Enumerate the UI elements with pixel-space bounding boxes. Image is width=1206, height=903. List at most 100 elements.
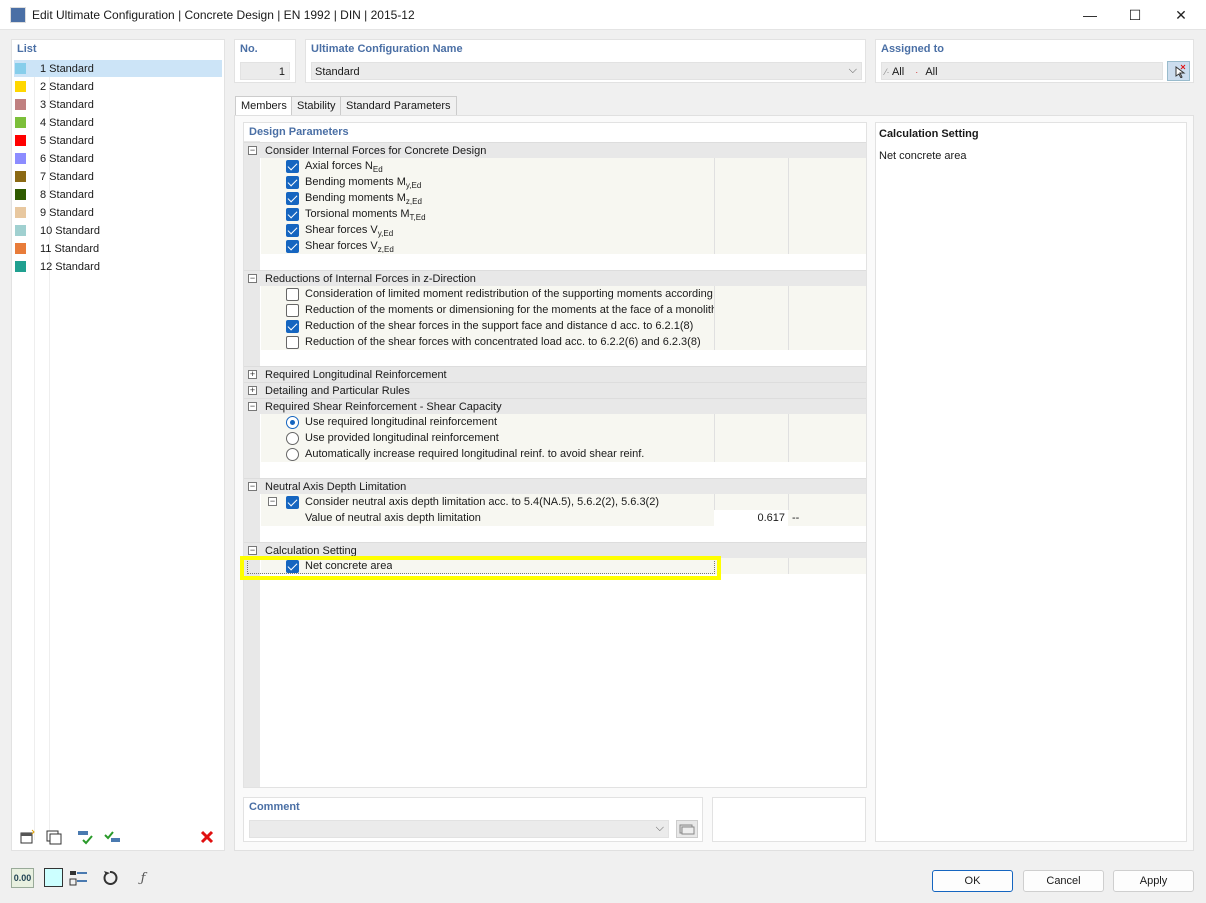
item-label: Torsional moments MT,Ed xyxy=(305,208,426,222)
assigned-field[interactable]: ⁄· All · All xyxy=(881,62,1163,80)
neutral-axis-value-row[interactable]: Value of neutral axis depth limitation 0… xyxy=(244,510,866,526)
comment-panel: Comment ⌵ xyxy=(243,797,703,842)
collapse-icon[interactable]: − xyxy=(248,402,257,411)
list-item[interactable]: 3 Standard xyxy=(14,96,222,113)
list-item-label: 3 Standard xyxy=(40,98,94,111)
list-item[interactable]: 1 Standard xyxy=(14,60,222,77)
reduction-checkbox[interactable] xyxy=(286,304,299,317)
close-window-button[interactable]: ✕ xyxy=(1166,4,1196,26)
list-item[interactable]: 4 Standard xyxy=(14,114,222,131)
apply-button[interactable]: Apply xyxy=(1113,870,1194,892)
tab-stability[interactable]: Stability xyxy=(291,96,342,115)
reduction-checkbox[interactable] xyxy=(286,320,299,333)
list-item[interactable]: 2 Standard xyxy=(14,78,222,95)
list-item[interactable]: 5 Standard xyxy=(14,132,222,149)
assigned-panel: Assigned to ⁄· All · All xyxy=(875,39,1194,83)
delete-icon[interactable] xyxy=(197,828,217,846)
expand-icon[interactable]: + xyxy=(248,370,257,379)
shear-option-item[interactable]: Use provided longitudinal reinforcement xyxy=(244,430,866,446)
category-internal-forces[interactable]: − Consider Internal Forces for Concrete … xyxy=(244,142,866,158)
item-label: Value of neutral axis depth limitation xyxy=(305,512,481,524)
force-checkbox[interactable] xyxy=(286,192,299,205)
force-checkbox[interactable] xyxy=(286,208,299,221)
list-item[interactable]: 7 Standard xyxy=(14,168,222,185)
shear-option-radio[interactable] xyxy=(286,448,299,461)
comment-input[interactable]: ⌵ xyxy=(249,820,669,838)
member-set-icon: · xyxy=(915,67,919,77)
reduction-item[interactable]: Reduction of the shear forces in the sup… xyxy=(244,318,866,334)
name-select[interactable]: Standard ⌵ xyxy=(311,62,862,80)
cancel-button[interactable]: Cancel xyxy=(1023,870,1104,892)
display-properties-icon[interactable] xyxy=(68,868,90,888)
list-item[interactable]: 11 Standard xyxy=(14,240,222,257)
color-swatch xyxy=(15,225,26,236)
list-item[interactable]: 6 Standard xyxy=(14,150,222,167)
reset-icon[interactable] xyxy=(99,868,121,888)
internal-force-item[interactable]: Axial forces NEd xyxy=(244,158,866,174)
internal-force-item[interactable]: Shear forces Vz,Ed xyxy=(244,238,866,254)
list-item[interactable]: 12 Standard xyxy=(14,258,222,275)
neutral-axis-item[interactable]: − Consider neutral axis depth limitation… xyxy=(244,494,866,510)
color-icon[interactable] xyxy=(44,868,63,887)
item-label: Consideration of limited moment redistri… xyxy=(305,288,714,300)
reduction-item[interactable]: Reduction of the shear forces with conce… xyxy=(244,334,866,350)
category-detailing[interactable]: + Detailing and Particular Rules xyxy=(244,382,866,398)
reduction-item[interactable]: Consideration of limited moment redistri… xyxy=(244,286,866,302)
list-item[interactable]: 9 Standard xyxy=(14,204,222,221)
number-field[interactable]: 1 xyxy=(240,62,290,80)
shear-option-item[interactable]: Use required longitudinal reinforcement xyxy=(244,414,866,430)
expand-icon[interactable]: + xyxy=(248,386,257,395)
list-item-label: 8 Standard xyxy=(40,188,94,201)
shear-option-item[interactable]: Automatically increase required longitud… xyxy=(244,446,866,462)
color-swatch xyxy=(15,171,26,182)
minimize-button[interactable]: — xyxy=(1075,4,1105,26)
internal-force-item[interactable]: Bending moments Mz,Ed xyxy=(244,190,866,206)
collapse-icon[interactable]: − xyxy=(268,497,277,506)
design-parameters-panel: Design Parameters − Consider Internal Fo… xyxy=(243,122,867,788)
copy-item-icon[interactable] xyxy=(44,828,64,846)
neutral-axis-value[interactable]: 0.617 xyxy=(714,510,788,526)
internal-force-item[interactable]: Shear forces Vy,Ed xyxy=(244,222,866,238)
category-label: Required Longitudinal Reinforcement xyxy=(265,369,447,381)
internal-force-item[interactable]: Torsional moments MT,Ed xyxy=(244,206,866,222)
category-longitudinal-reinforcement[interactable]: + Required Longitudinal Reinforcement xyxy=(244,366,866,382)
list-item-label: 2 Standard xyxy=(40,80,94,93)
comment-library-icon[interactable] xyxy=(676,820,698,838)
select-in-graphic-icon[interactable] xyxy=(1167,61,1190,81)
color-swatch xyxy=(15,117,26,128)
force-checkbox[interactable] xyxy=(286,224,299,237)
item-label: Axial forces NEd xyxy=(305,160,383,174)
collapse-icon[interactable]: − xyxy=(248,482,257,491)
check-all-icon[interactable] xyxy=(76,828,96,846)
maximize-button[interactable]: ☐ xyxy=(1120,4,1150,26)
force-checkbox[interactable] xyxy=(286,240,299,253)
neutral-axis-checkbox[interactable] xyxy=(286,496,299,509)
internal-force-item[interactable]: Bending moments My,Ed xyxy=(244,174,866,190)
shear-option-radio[interactable] xyxy=(286,432,299,445)
units-icon[interactable]: 0.00 xyxy=(11,868,34,888)
formula-icon[interactable]: ƒ xyxy=(132,868,154,888)
reduction-item[interactable]: Reduction of the moments or dimensioning… xyxy=(244,302,866,318)
item-label-text: Axial forces N xyxy=(305,160,373,172)
reduction-checkbox[interactable] xyxy=(286,288,299,301)
ok-button[interactable]: OK xyxy=(932,870,1013,892)
shear-option-radio[interactable] xyxy=(286,416,299,429)
collapse-icon[interactable]: − xyxy=(248,274,257,283)
collapse-icon[interactable]: − xyxy=(248,546,257,555)
title-bar: Edit Ultimate Configuration | Concrete D… xyxy=(0,0,1206,30)
collapse-icon[interactable]: − xyxy=(248,146,257,155)
list-item[interactable]: 8 Standard xyxy=(14,186,222,203)
tab-standard-parameters[interactable]: Standard Parameters xyxy=(340,96,457,115)
tab-members[interactable]: Members xyxy=(235,96,293,116)
category-neutral-axis[interactable]: − Neutral Axis Depth Limitation xyxy=(244,478,866,494)
reduction-checkbox[interactable] xyxy=(286,336,299,349)
category-reductions[interactable]: − Reductions of Internal Forces in z-Dir… xyxy=(244,270,866,286)
item-label: Reduction of the shear forces with conce… xyxy=(305,336,701,348)
list-item[interactable]: 10 Standard xyxy=(14,222,222,239)
force-checkbox[interactable] xyxy=(286,176,299,189)
force-checkbox[interactable] xyxy=(286,160,299,173)
assigned-header: Assigned to xyxy=(881,43,944,55)
category-shear-reinforcement[interactable]: − Required Shear Reinforcement - Shear C… xyxy=(244,398,866,414)
check-selected-icon[interactable] xyxy=(102,828,122,846)
new-item-icon[interactable] xyxy=(18,828,38,846)
